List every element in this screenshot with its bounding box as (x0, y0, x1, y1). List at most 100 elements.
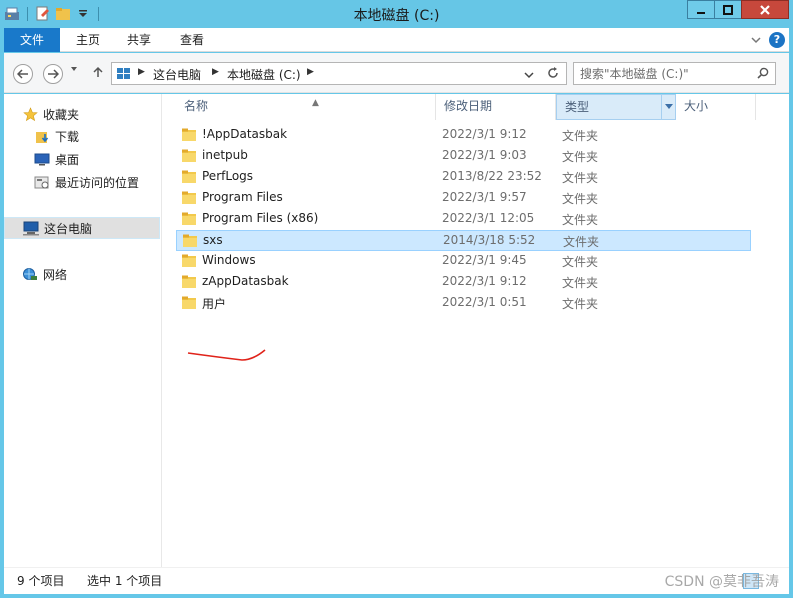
file-date: 2022/3/1 9:03 (442, 148, 527, 162)
maximize-button[interactable] (714, 0, 742, 19)
explorer-window: 本地磁盘 (C:) 文件 主页 共享 查看 ? ▶ 这台电脑 ▶ 本地磁盘 (C… (0, 0, 793, 598)
folder-icon (182, 275, 196, 288)
file-name: sxs (203, 233, 223, 247)
tab-file[interactable]: 文件 (4, 28, 60, 52)
file-type: 文件夹 (562, 192, 599, 206)
file-date: 2013/8/22 23:52 (442, 169, 542, 183)
file-name: PerfLogs (202, 169, 254, 183)
tab-share[interactable]: 共享 (113, 28, 165, 52)
folder-icon (182, 170, 196, 183)
file-name: inetpub (202, 148, 248, 162)
nav-item-label: 这台电脑 (44, 221, 93, 236)
breadcrumb-local-disk[interactable]: 本地磁盘 (C:) (227, 66, 301, 83)
column-header-date[interactable]: 修改日期 (436, 94, 556, 120)
close-button[interactable] (741, 0, 789, 19)
forward-button[interactable] (43, 64, 63, 84)
column-header-label: 名称 (184, 99, 209, 113)
new-folder-icon[interactable] (55, 6, 71, 22)
folder-icon (182, 191, 196, 204)
column-header-label: 修改日期 (444, 99, 493, 113)
column-header-name[interactable]: 名称 ▲ (176, 94, 436, 120)
chevron-right-icon[interactable]: ▶ (212, 67, 219, 77)
selection-count: 选中 1 个项目 (87, 574, 163, 588)
ribbon-tabs: 文件 主页 共享 查看 ? (4, 28, 789, 52)
file-date: 2022/3/1 9:57 (442, 190, 527, 204)
minimize-button[interactable] (687, 0, 715, 19)
file-date: 2022/3/1 9:12 (442, 274, 527, 288)
search-input[interactable] (580, 66, 750, 82)
nav-item-label: 下载 (55, 129, 80, 144)
search-box[interactable] (573, 62, 776, 85)
file-name: Program Files (x86) (202, 211, 319, 225)
address-bar[interactable]: ▶ 这台电脑 ▶ 本地磁盘 (C:) ▶ (111, 62, 567, 85)
file-row[interactable]: sxs 2014/3/18 5:52 文件夹 (176, 230, 751, 251)
refresh-icon[interactable] (546, 66, 560, 83)
tab-view[interactable]: 查看 (166, 28, 218, 52)
file-type: 文件夹 (562, 213, 599, 227)
nav-item-network[interactable]: 网络 (22, 263, 158, 285)
column-header-size[interactable]: 大小 (676, 94, 756, 120)
address-history-chevron-icon[interactable] (524, 68, 534, 82)
file-row[interactable]: !AppDatasbak 2022/3/1 9:12 文件夹 (176, 125, 751, 146)
nav-item-label: 桌面 (55, 152, 80, 167)
file-date: 2022/3/1 0:51 (442, 295, 527, 309)
file-row[interactable]: Program Files (x86) 2022/3/1 12:05 文件夹 (176, 209, 751, 230)
up-button[interactable] (92, 66, 104, 81)
file-row[interactable]: 用户 2022/3/1 0:51 文件夹 (176, 293, 751, 314)
back-button[interactable] (13, 64, 33, 84)
help-icon[interactable]: ? (769, 32, 785, 48)
tab-home[interactable]: 主页 (62, 28, 114, 52)
network-icon (22, 266, 38, 282)
file-name: !AppDatasbak (202, 127, 288, 141)
content-area: 收藏夹 下载 桌面 最近访问的位置 这台电脑 网络 名称 ▲ 修改日期 类型 大… (4, 94, 789, 567)
properties-icon[interactable] (4, 6, 20, 22)
nav-item-label: 最近访问的位置 (55, 175, 140, 190)
file-type: 文件夹 (562, 150, 599, 164)
recent-locations-chevron-icon[interactable] (70, 65, 78, 76)
folder-icon (182, 254, 196, 267)
nav-item-favorites[interactable]: 收藏夹 (22, 103, 158, 125)
new-document-icon[interactable] (35, 6, 51, 22)
file-type: 文件夹 (562, 276, 599, 290)
file-date: 2014/3/18 5:52 (443, 233, 536, 247)
item-count: 9 个项目 (17, 574, 65, 588)
chevron-right-icon[interactable]: ▶ (138, 67, 145, 77)
column-header-label: 大小 (684, 99, 709, 113)
file-type: 文件夹 (562, 171, 599, 185)
file-row[interactable]: Windows 2022/3/1 9:45 文件夹 (176, 251, 751, 272)
desktop-icon (34, 151, 50, 167)
file-row[interactable]: PerfLogs 2013/8/22 23:52 文件夹 (176, 167, 751, 188)
file-name: zAppDatasbak (202, 274, 289, 288)
customize-toolbar-icon[interactable] (75, 6, 91, 22)
recent-places-icon (34, 174, 50, 190)
file-name: Program Files (202, 190, 283, 204)
filter-dropdown-icon[interactable] (661, 95, 675, 119)
nav-item-downloads[interactable]: 下载 (34, 125, 158, 147)
file-row[interactable]: Program Files 2022/3/1 9:57 文件夹 (176, 188, 751, 209)
navigation-pane: 收藏夹 下载 桌面 最近访问的位置 这台电脑 网络 (4, 94, 162, 567)
nav-item-recent-places[interactable]: 最近访问的位置 (34, 171, 158, 193)
chevron-right-icon[interactable]: ▶ (307, 67, 314, 77)
file-row[interactable]: inetpub 2022/3/1 9:03 文件夹 (176, 146, 751, 167)
file-list: 名称 ▲ 修改日期 类型 大小 !AppDatasbak 2022/3/1 9:1… (164, 94, 789, 567)
nav-item-desktop[interactable]: 桌面 (34, 148, 158, 170)
expand-ribbon-icon[interactable] (751, 33, 761, 47)
folder-icon (182, 296, 196, 309)
folder-icon (182, 212, 196, 225)
window-controls (687, 0, 789, 20)
file-date: 2022/3/1 9:45 (442, 253, 527, 267)
folder-icon (182, 128, 196, 141)
toolbar-divider (27, 7, 28, 21)
column-header-label: 类型 (565, 100, 590, 114)
column-header-type[interactable]: 类型 (556, 94, 676, 120)
file-row[interactable]: zAppDatasbak 2022/3/1 9:12 文件夹 (176, 272, 751, 293)
watermark: CSDN @莫非吾涛 (664, 574, 779, 590)
sort-ascending-icon: ▲ (312, 98, 319, 108)
download-folder-icon (34, 128, 50, 144)
search-icon[interactable] (757, 67, 769, 82)
nav-item-this-pc[interactable]: 这台电脑 (4, 217, 160, 239)
file-type: 文件夹 (562, 129, 599, 143)
file-type: 文件夹 (562, 297, 599, 311)
folder-icon (183, 234, 197, 247)
breadcrumb-this-pc[interactable]: 这台电脑 (153, 66, 201, 83)
